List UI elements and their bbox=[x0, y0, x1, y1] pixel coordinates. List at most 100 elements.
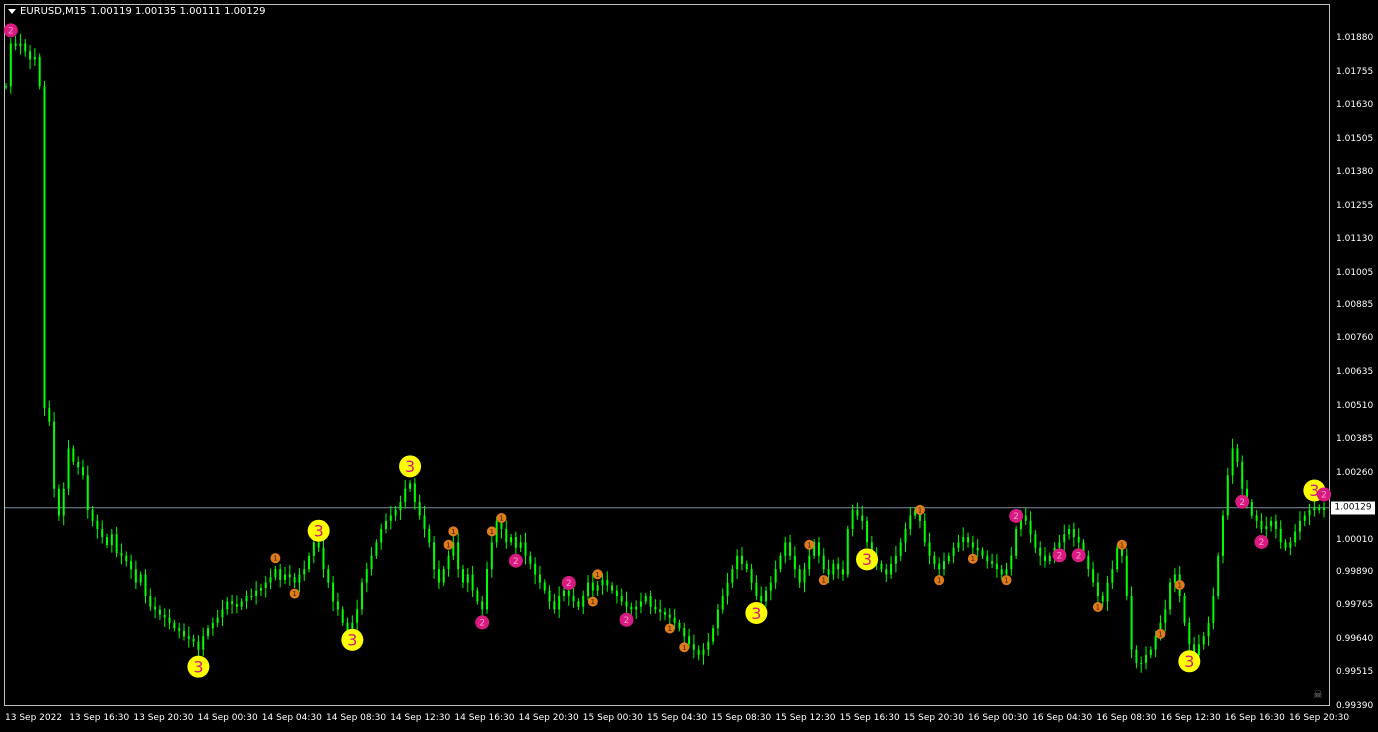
time-axis-label: 13 Sep 20:30 bbox=[133, 713, 194, 723]
candle-body bbox=[505, 528, 508, 543]
candle-body bbox=[553, 601, 556, 610]
chart-window[interactable]: 2311333111122211211311311112221111322322… bbox=[0, 0, 1378, 732]
candle-body bbox=[1169, 582, 1172, 610]
price-chart[interactable]: 2311333111122211211311311112221111322322 bbox=[0, 0, 1378, 732]
time-axis-label: 13 Sep 2022 bbox=[5, 713, 63, 723]
candle-body bbox=[1212, 596, 1215, 623]
price-axis-label: 1.00010 bbox=[1336, 534, 1374, 545]
candle-body bbox=[596, 585, 599, 591]
marker-label: 2 bbox=[1239, 498, 1245, 508]
marker-label: 1 bbox=[595, 571, 599, 579]
candle-body bbox=[856, 510, 859, 516]
candle-body bbox=[635, 606, 638, 610]
candle-body bbox=[1034, 534, 1037, 548]
candle-body bbox=[336, 601, 339, 610]
marker-label: 1 bbox=[490, 528, 494, 536]
candle-body bbox=[259, 587, 262, 591]
candle-body bbox=[562, 590, 565, 597]
candle-body bbox=[572, 596, 575, 602]
candle-body bbox=[120, 553, 123, 556]
time-axis-label: 14 Sep 12:30 bbox=[390, 713, 451, 723]
candle-body bbox=[1039, 547, 1042, 556]
candle-body bbox=[240, 601, 243, 607]
candle-body bbox=[139, 574, 142, 583]
candle-body bbox=[293, 577, 296, 583]
candle-body bbox=[894, 555, 897, 564]
candle-body bbox=[1149, 649, 1152, 656]
candle-body bbox=[1221, 515, 1224, 556]
candle-body bbox=[697, 649, 700, 656]
candle-body bbox=[731, 569, 734, 583]
price-axis-label: 1.01005 bbox=[1336, 267, 1374, 278]
candle-body bbox=[1308, 510, 1311, 516]
price-axis-label: 1.00385 bbox=[1336, 434, 1374, 445]
candle-body bbox=[866, 520, 869, 543]
candle-body bbox=[86, 475, 89, 511]
candle-body bbox=[587, 582, 590, 597]
price-axis-label: 1.01255 bbox=[1336, 200, 1374, 211]
candle-body bbox=[548, 590, 551, 602]
candle-body bbox=[115, 534, 118, 554]
candle-body bbox=[986, 555, 989, 562]
candle-body bbox=[341, 609, 344, 623]
candle-body bbox=[370, 555, 373, 570]
candle-body bbox=[399, 502, 402, 511]
marker-label: 1 bbox=[1177, 582, 1181, 590]
price-axis-label: 0.99640 bbox=[1336, 633, 1374, 644]
candle-body bbox=[664, 612, 666, 615]
candle-body bbox=[798, 569, 801, 583]
marker-label: 1 bbox=[451, 528, 455, 536]
candle-body bbox=[524, 542, 527, 556]
candle-body bbox=[81, 467, 84, 476]
candle-body bbox=[1106, 582, 1109, 602]
candle-body bbox=[433, 542, 436, 570]
candle-body bbox=[942, 561, 945, 570]
candle-body bbox=[726, 582, 729, 597]
candle-body bbox=[678, 622, 681, 629]
marker-label: 2 bbox=[1321, 491, 1327, 501]
candle-body bbox=[765, 590, 768, 602]
candle-body bbox=[298, 574, 301, 583]
marker-label: 2 bbox=[1076, 552, 1082, 562]
symbol-name: EURUSD,M15 bbox=[20, 6, 87, 17]
candle-body bbox=[53, 421, 56, 489]
time-axis-label: 15 Sep 00:30 bbox=[582, 713, 643, 723]
candle-body bbox=[14, 43, 17, 47]
candle-body bbox=[211, 622, 214, 629]
candle-body bbox=[995, 563, 998, 570]
candle-body bbox=[19, 43, 22, 47]
price-axis-label: 1.00510 bbox=[1336, 400, 1374, 411]
dropdown-triangle-icon[interactable] bbox=[8, 8, 16, 14]
candle-body bbox=[447, 555, 450, 570]
candle-body bbox=[327, 569, 330, 583]
candle-body bbox=[9, 43, 12, 87]
candle-body bbox=[688, 636, 691, 645]
candle-body bbox=[154, 606, 157, 610]
time-axis-label: 16 Sep 08:30 bbox=[1096, 713, 1157, 723]
candle-body bbox=[1303, 515, 1306, 521]
candle-body bbox=[952, 547, 955, 556]
candle-body bbox=[716, 609, 719, 629]
candle-body bbox=[385, 520, 388, 529]
time-axis-label: 15 Sep 08:30 bbox=[711, 713, 772, 723]
candle-body bbox=[418, 502, 421, 516]
candle-body bbox=[356, 609, 359, 623]
candle-body bbox=[1260, 520, 1263, 529]
candle-body bbox=[1207, 622, 1210, 637]
candle-body bbox=[702, 649, 705, 656]
candle-body bbox=[1096, 582, 1099, 597]
candle-body bbox=[279, 569, 282, 580]
candle-body bbox=[707, 641, 710, 650]
candle-body bbox=[577, 601, 580, 607]
candle-body bbox=[538, 574, 541, 583]
candle-body bbox=[29, 51, 32, 60]
candle-body bbox=[606, 579, 609, 586]
candle-body bbox=[841, 569, 844, 575]
candle-body bbox=[1270, 520, 1273, 527]
time-axis-label: 16 Sep 04:30 bbox=[1032, 713, 1093, 723]
candle-body bbox=[72, 448, 75, 462]
candle-body bbox=[543, 582, 546, 591]
price-axis-label: 1.01880 bbox=[1336, 33, 1374, 43]
candle-body bbox=[789, 542, 792, 556]
candle-body bbox=[158, 609, 161, 615]
